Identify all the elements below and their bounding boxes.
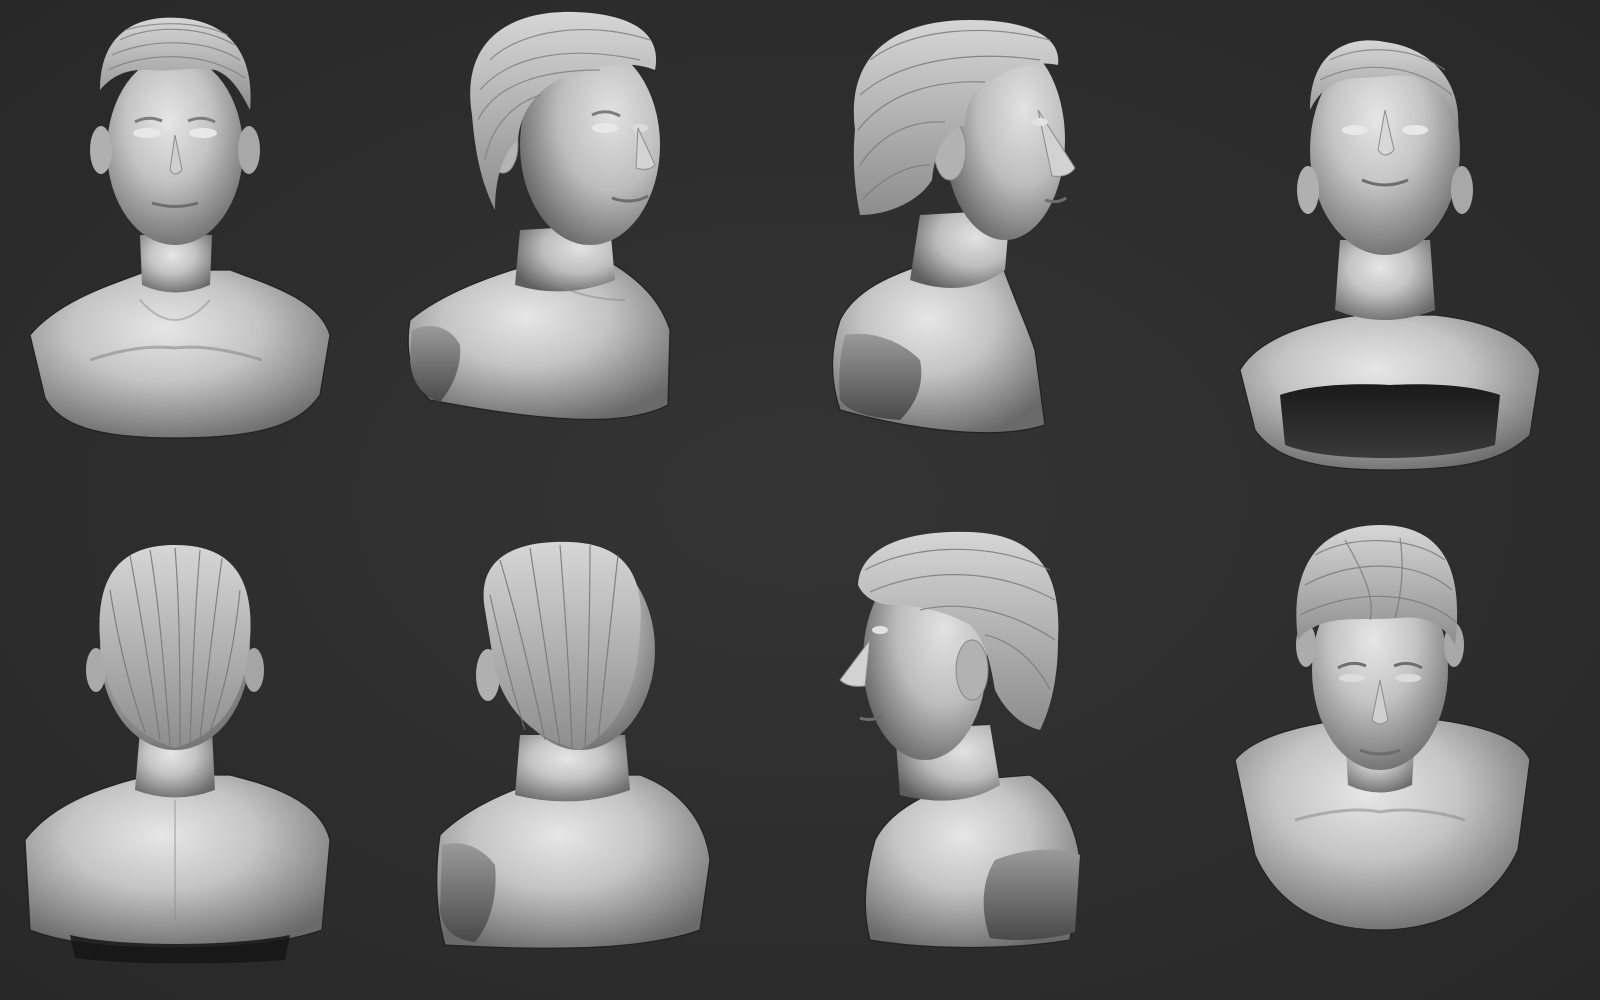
bust-front-view (0, 0, 400, 500)
bust-high-angle-view (1200, 500, 1600, 1000)
bust-three-quarter-view (400, 0, 800, 500)
sculpt-turnaround-sheet (0, 0, 1600, 1000)
bust-profile-right-render (831, 20, 1076, 434)
bust-low-angle-render (1239, 40, 1541, 471)
bust-three-quarter-render (407, 11, 671, 420)
bust-back-view (0, 500, 400, 1000)
bust-front-render (29, 17, 331, 439)
bust-profile-left-render (839, 531, 1081, 949)
bust-low-angle-view (1200, 0, 1600, 500)
bust-high-angle-render (1234, 525, 1531, 931)
bust-three-quarter-back-render (436, 541, 711, 949)
bust-profile-left-view (800, 500, 1200, 1000)
bust-three-quarter-back-view (400, 500, 800, 1000)
bust-profile-right-view (800, 0, 1200, 500)
bust-back-render (24, 545, 331, 964)
